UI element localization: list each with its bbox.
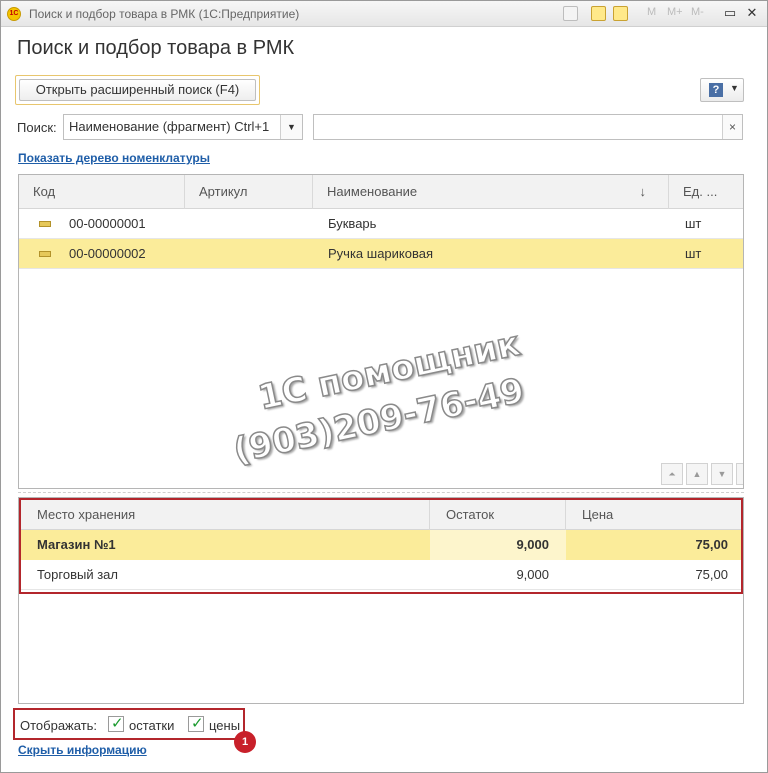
cell-place: Магазин №1 [37, 537, 116, 552]
column-header-place[interactable]: Место хранения [21, 500, 430, 530]
table-row[interactable]: 00-00000002 Ручка шариковая шт [19, 239, 743, 269]
help-button[interactable]: ? ▼ [700, 78, 744, 102]
column-header-article[interactable]: Артикул [185, 175, 313, 209]
clear-icon[interactable]: × [722, 115, 742, 139]
checkmark-icon: ✓ [111, 715, 124, 732]
show-prices-checkbox[interactable]: ✓ [188, 715, 204, 732]
memory-icon[interactable]: M [647, 6, 656, 18]
cell-unit: шт [685, 216, 702, 231]
product-icon [39, 251, 51, 257]
search-field-value: Наименование (фрагмент) Ctrl+1 [69, 119, 270, 134]
hide-info-link[interactable]: Скрыть информацию [18, 743, 147, 757]
advanced-search-button-label: Открыть расширенный поиск (F4) [19, 79, 256, 101]
annotation-badge: 1 [234, 731, 256, 753]
table-row[interactable]: Торговый зал 9,000 75,00 [21, 560, 741, 590]
column-header-qty[interactable]: Остаток [430, 500, 566, 530]
search-label: Поиск: [17, 120, 57, 135]
scroll-top-icon[interactable]: ⏶ [661, 463, 683, 485]
close-icon[interactable]: ✕ [743, 4, 761, 22]
column-header-name-label: Наименование [327, 184, 418, 199]
show-stock-checkbox[interactable]: ✓ [108, 715, 124, 732]
product-icon [39, 221, 51, 227]
cell-code: 00-00000002 [69, 246, 146, 261]
column-header-code[interactable]: Код [19, 175, 185, 209]
cell-unit: шт [685, 246, 702, 261]
memory-plus-icon[interactable]: M+ [667, 6, 683, 18]
chevron-down-icon[interactable]: ▼ [280, 115, 302, 139]
search-field-select[interactable]: Наименование (фрагмент) Ctrl+1 ▼ [63, 114, 303, 140]
cell-name: Букварь [328, 216, 377, 231]
cell-qty: 9,000 [516, 567, 549, 582]
calendar-icon[interactable] [613, 6, 628, 21]
display-options: Отображать: ✓ остатки ✓ цены [13, 708, 245, 740]
title-bar: 1С Поиск и подбор товара в РМК (1С:Предп… [1, 1, 767, 27]
products-table: Код Артикул Наименование ↓ Ед. ... 00-00… [18, 174, 744, 489]
cell-place: Торговый зал [37, 567, 118, 582]
column-header-name[interactable]: Наименование ↓ [313, 175, 669, 209]
checkmark-icon: ✓ [191, 715, 204, 732]
advanced-search-button[interactable]: Открыть расширенный поиск (F4) [15, 75, 260, 105]
cell-name: Ручка шариковая [328, 246, 434, 261]
help-icon: ? [709, 83, 723, 97]
show-tree-link[interactable]: Показать дерево номенклатуры [18, 151, 210, 165]
table-row[interactable]: Магазин №1 9,000 75,00 [21, 530, 741, 560]
home-icon[interactable] [563, 6, 578, 21]
column-header-unit[interactable]: Ед. ... [669, 175, 743, 209]
display-label: Отображать: [20, 718, 98, 733]
chevron-down-icon: ▼ [730, 83, 739, 93]
scroll-down-icon[interactable]: ▼ [711, 463, 733, 485]
memory-minus-icon[interactable]: M- [691, 6, 704, 18]
cell-qty: 9,000 [516, 537, 549, 552]
main-window: 1С Поиск и подбор товара в РМК (1С:Предп… [0, 0, 768, 773]
cell-price: 75,00 [695, 567, 728, 582]
page-title: Поиск и подбор товара в РМК [17, 37, 295, 59]
stock-table: Место хранения Остаток Цена Магазин №1 9… [19, 498, 743, 594]
column-header-price[interactable]: Цена [566, 500, 741, 530]
show-stock-label[interactable]: остатки [129, 718, 174, 733]
minimize-icon[interactable]: ▭ [721, 4, 739, 22]
table-row[interactable]: 00-00000001 Букварь шт [19, 209, 743, 239]
calculator-icon[interactable] [591, 6, 606, 21]
cell-code: 00-00000001 [69, 216, 146, 231]
products-table-header: Код Артикул Наименование ↓ Ед. ... [19, 175, 743, 209]
app-logo-icon: 1С [7, 7, 21, 21]
show-prices-label[interactable]: цены [209, 718, 240, 733]
scroll-up-icon[interactable]: ▲ [686, 463, 708, 485]
splitter[interactable] [18, 492, 744, 493]
stock-table-header: Место хранения Остаток Цена [21, 500, 741, 530]
scroll-bottom-icon[interactable]: ⏷ [736, 463, 743, 485]
sort-desc-icon: ↓ [639, 184, 647, 199]
info-panel: Место хранения Остаток Цена Магазин №1 9… [18, 497, 744, 704]
window-title: Поиск и подбор товара в РМК (1С:Предприя… [29, 7, 300, 21]
search-input[interactable] [313, 114, 743, 140]
cell-price: 75,00 [695, 537, 728, 552]
